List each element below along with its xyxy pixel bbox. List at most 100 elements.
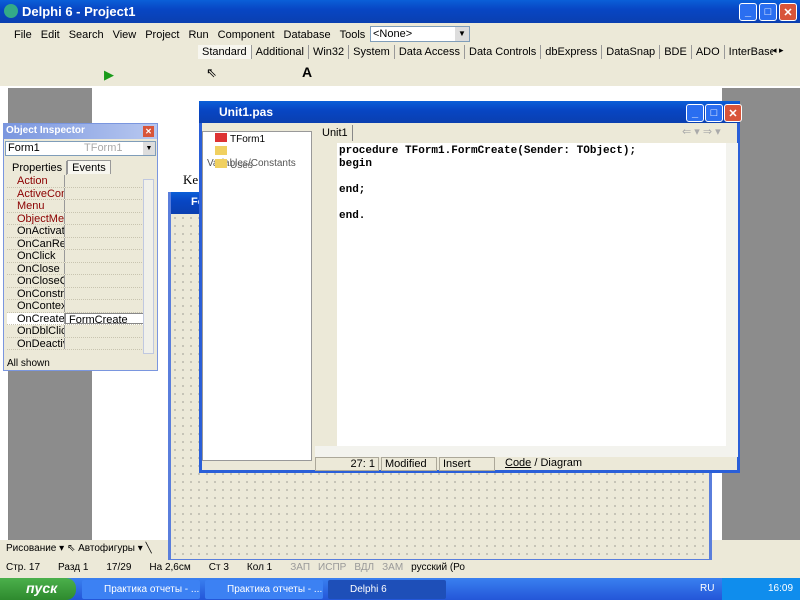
menu-component[interactable]: Component (218, 29, 275, 41)
event-value[interactable] (65, 225, 144, 237)
autoshapes-menu[interactable]: Автофигуры ▾ (78, 543, 143, 554)
drawing-menu[interactable]: Рисование ▾ (6, 543, 64, 554)
code-explorer: TForm1 Variables/Constants Uses (202, 131, 312, 461)
menu-run[interactable]: Run (188, 29, 208, 41)
editor-tab-unit1[interactable]: Unit1 (318, 125, 353, 141)
event-row[interactable]: OnConstrainedResize (7, 287, 144, 300)
event-value[interactable] (65, 175, 144, 187)
event-name: OnConstrainedResize (7, 287, 65, 299)
pointer-icon[interactable]: ⇖ (206, 65, 217, 81)
status-field: Кол 1 (246, 562, 273, 573)
palette-tab-4[interactable]: Data Access (395, 45, 465, 59)
event-name: OnClick (7, 250, 65, 262)
event-row[interactable]: OnCanResize (7, 237, 144, 250)
vertical-scrollbar[interactable] (726, 143, 738, 446)
event-value[interactable] (65, 188, 144, 200)
maximize-button[interactable]: □ (705, 104, 723, 122)
oi-tabs: Properties Events (4, 158, 157, 175)
palette-tab-10[interactable]: InterBase (725, 45, 773, 59)
tab-diagram[interactable]: Diagram (540, 457, 582, 469)
event-value[interactable] (65, 213, 144, 225)
taskbar-item-delphi[interactable]: Delphi 6 (328, 580, 446, 599)
event-value[interactable] (65, 338, 144, 350)
status-field: ИСПР (318, 562, 347, 573)
close-button[interactable]: ✕ (779, 3, 797, 21)
event-row[interactable]: Action (7, 175, 144, 188)
palette-scroll-buttons[interactable]: ◂ ▸ (772, 45, 784, 56)
event-row[interactable]: ActiveControl (7, 187, 144, 200)
palette-tab-2[interactable]: Win32 (309, 45, 350, 59)
horizontal-scrollbar[interactable] (315, 446, 738, 457)
palette-tab-3[interactable]: System (349, 45, 395, 59)
oi-scrollbar[interactable] (143, 179, 154, 354)
event-name: OnActivate (7, 225, 65, 237)
event-row[interactable]: Menu (7, 200, 144, 213)
event-value[interactable]: FormCreate (65, 312, 144, 326)
clock: 16:09 (768, 583, 794, 594)
event-row[interactable]: ObjectMenuItem (7, 212, 144, 225)
menu-view[interactable]: View (113, 29, 137, 41)
folder-icon (215, 146, 227, 155)
close-icon[interactable]: ✕ (143, 126, 154, 137)
event-name: OnContextPopup (7, 300, 65, 312)
tab-events[interactable]: Events (67, 160, 111, 174)
nav-arrows[interactable]: ⇐ ▾ ⇒ ▾ (682, 125, 721, 138)
menu-edit[interactable]: Edit (41, 29, 60, 41)
class-icon (215, 133, 227, 142)
object-inspector: Object Inspector ✕ Form1 TForm1 ▼ Properti… (3, 123, 158, 371)
event-row[interactable]: OnClose (7, 262, 144, 275)
event-name: OnClose (7, 262, 65, 274)
tab-code[interactable]: Code (505, 457, 531, 469)
start-button[interactable]: пуск (0, 578, 76, 600)
event-value[interactable] (65, 275, 144, 287)
event-value[interactable] (65, 200, 144, 212)
event-row[interactable]: OnCloseQuery (7, 275, 144, 288)
status-field: Разд 1 (58, 562, 89, 573)
event-name: Action (7, 175, 65, 187)
event-row[interactable]: OnClick (7, 250, 144, 263)
close-button[interactable]: ✕ (724, 104, 742, 122)
event-row[interactable]: OnCreate FormCreate (7, 312, 144, 326)
editor-title-bar: Unit1.pas _ □ ✕ (199, 101, 742, 123)
palette-tab-9[interactable]: ADO (692, 45, 725, 59)
event-row[interactable]: OnDblClick (7, 325, 144, 338)
event-value[interactable] (65, 300, 144, 312)
palette-tab-0[interactable]: Standard (198, 45, 252, 59)
status-field: ЗАМ (382, 562, 404, 573)
event-value[interactable] (65, 325, 144, 337)
palette-tab-6[interactable]: dbExpress (541, 45, 603, 59)
window-title: Delphi 6 - Project1 (22, 4, 136, 19)
tab-properties[interactable]: Properties (8, 161, 68, 175)
language-indicator[interactable]: RU (700, 583, 714, 594)
event-row[interactable]: OnDeactivate (7, 337, 144, 350)
tree-node[interactable]: TForm1 (203, 132, 311, 145)
maximize-button[interactable]: □ (759, 3, 777, 21)
minimize-button[interactable]: _ (686, 104, 704, 122)
minimize-button[interactable]: _ (739, 3, 757, 21)
menu-search[interactable]: Search (69, 29, 104, 41)
tree-node[interactable]: Variables/Constants (203, 145, 311, 169)
menu-tools[interactable]: Tools (340, 29, 366, 41)
event-value[interactable] (65, 250, 144, 262)
event-row[interactable]: OnContextPopup (7, 300, 144, 313)
event-name: OnCanResize (7, 237, 65, 249)
desktop-combo[interactable]: <None> ▼ (370, 26, 470, 42)
event-value[interactable] (65, 263, 144, 275)
palette-tab-1[interactable]: Additional (252, 45, 309, 59)
menu-project[interactable]: Project (145, 29, 179, 41)
palette-tab-5[interactable]: Data Controls (465, 45, 542, 59)
event-row[interactable]: OnActivate (7, 225, 144, 238)
taskbar-item-word2[interactable]: Практика отчеты - ... (205, 580, 323, 599)
event-name: OnDblClick (7, 325, 65, 337)
label-icon[interactable]: A (302, 64, 312, 80)
object-selector[interactable]: Form1 TForm1 ▼ (5, 141, 156, 156)
palette-tab-8[interactable]: BDE (660, 45, 692, 59)
menu-file[interactable]: File (14, 29, 32, 41)
taskbar-item-word1[interactable]: Практика отчеты - ... (82, 580, 200, 599)
palette-tab-7[interactable]: DataSnap (602, 45, 661, 59)
code-area[interactable]: procedure TForm1.FormCreate(Sender: TObj… (337, 143, 727, 446)
event-value[interactable] (65, 238, 144, 250)
menu-database[interactable]: Database (284, 29, 331, 41)
event-value[interactable] (65, 288, 144, 300)
run-icon[interactable]: ▶ (104, 67, 114, 83)
